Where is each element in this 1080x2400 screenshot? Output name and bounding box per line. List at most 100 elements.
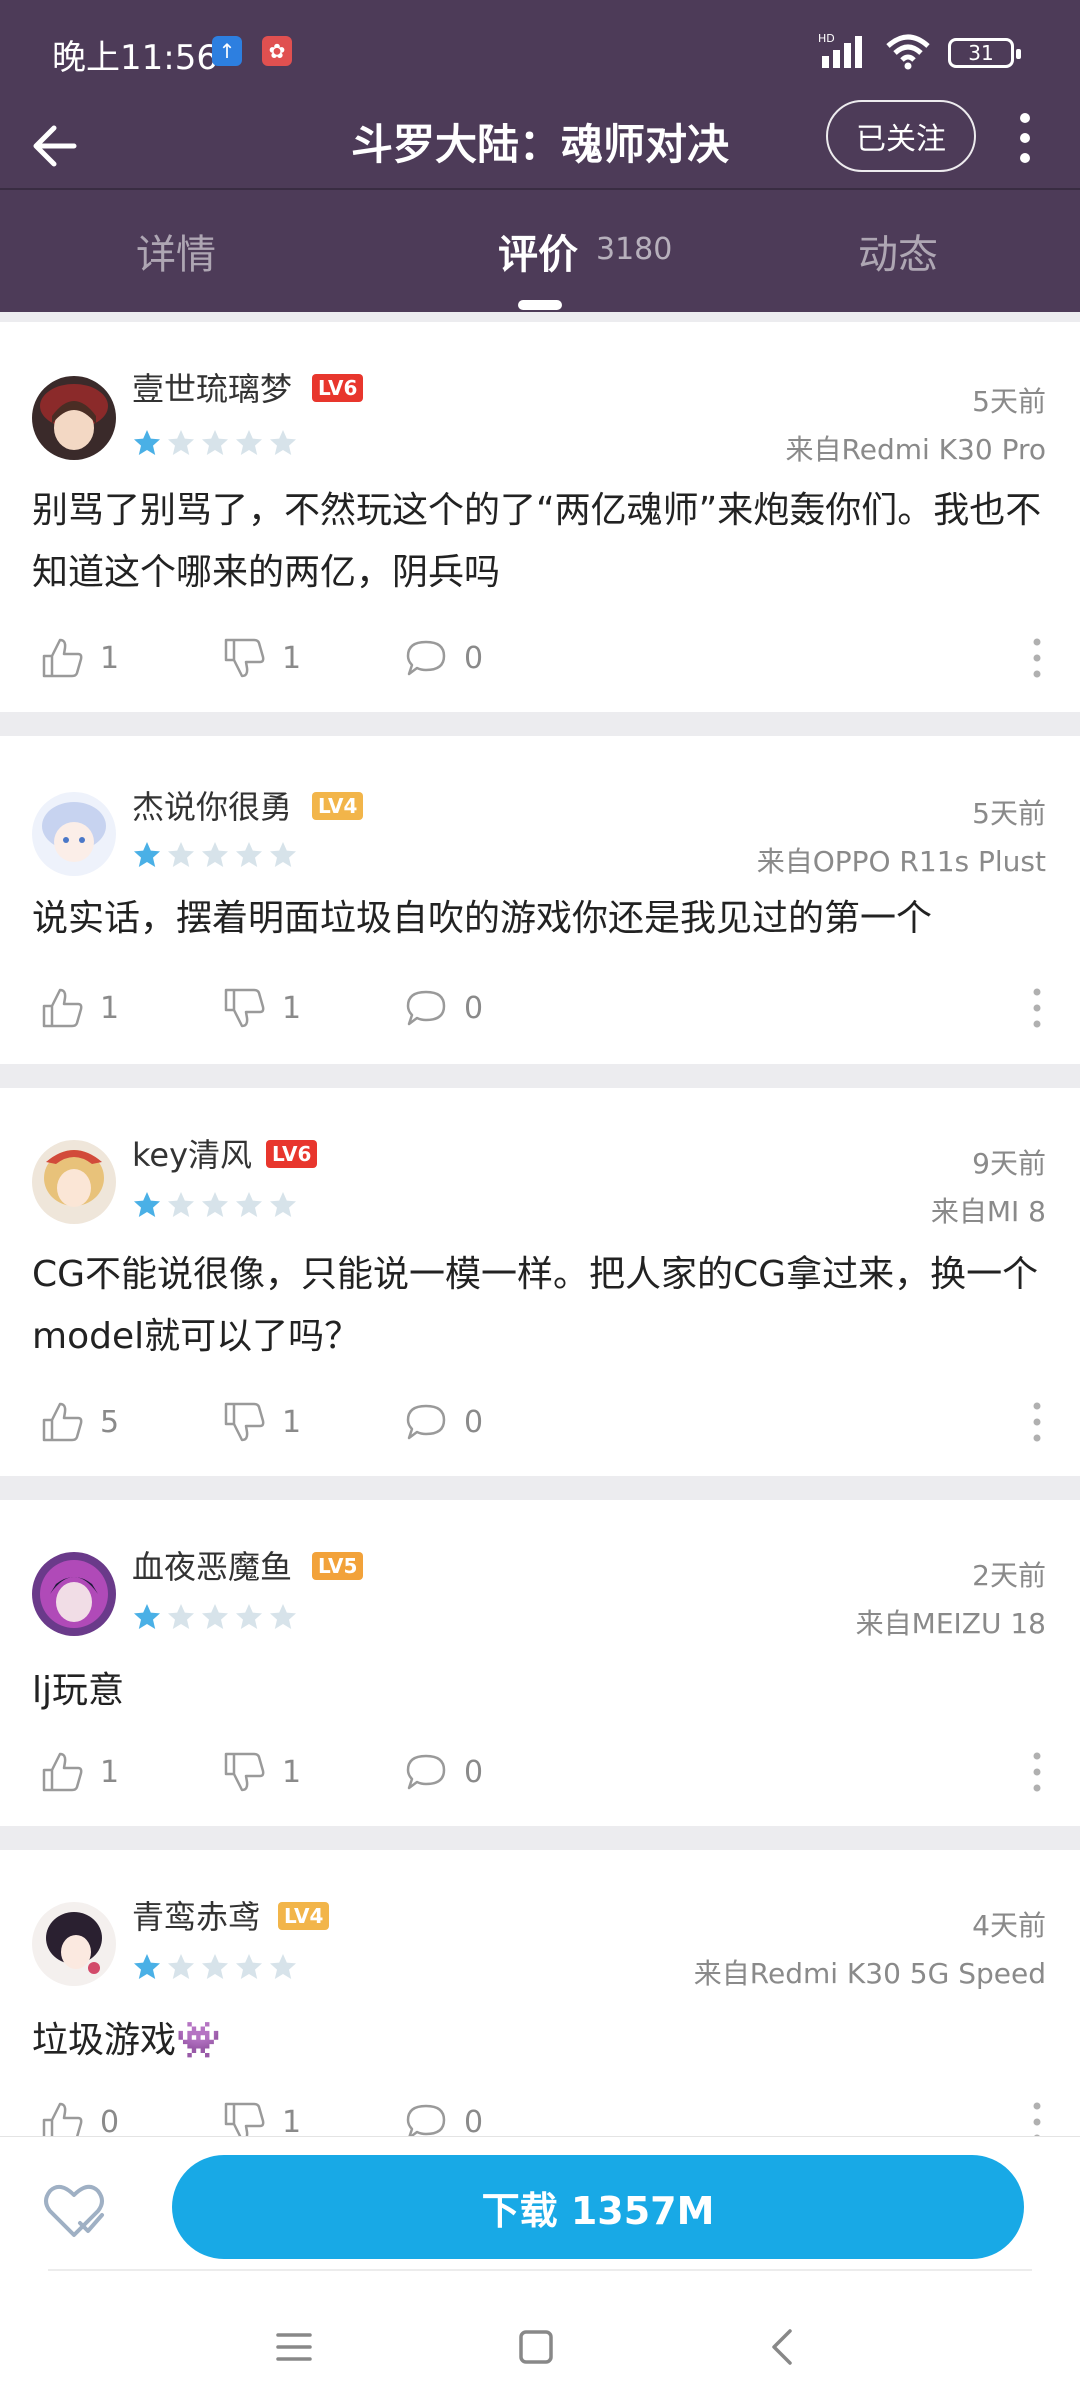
star-empty-icon bbox=[202, 1954, 228, 1979]
avatar[interactable] bbox=[32, 1902, 116, 1986]
comment-icon bbox=[406, 1754, 446, 1790]
comment-count: 0 bbox=[464, 1404, 484, 1440]
star-empty-icon bbox=[270, 1954, 296, 1979]
like-count: 5 bbox=[100, 1404, 120, 1440]
comment-count: 0 bbox=[464, 1754, 484, 1790]
star-empty-icon bbox=[168, 430, 194, 455]
app-notification-icon: ✿ bbox=[262, 36, 292, 66]
like-count: 0 bbox=[100, 2104, 120, 2140]
more-options-icon[interactable] bbox=[1030, 1750, 1044, 1794]
rating-stars bbox=[132, 428, 298, 458]
review-content: 说实话，摆着明面垃圾自吹的游戏你还是我见过的第一个 bbox=[32, 898, 933, 939]
review-time: 9天前 bbox=[972, 1147, 1046, 1180]
back-chevron-icon[interactable] bbox=[760, 2323, 808, 2371]
follow-button[interactable]: 已关注 bbox=[826, 100, 976, 172]
home-square-icon[interactable] bbox=[512, 2323, 560, 2371]
review-device: 来自MI 8 bbox=[930, 1195, 1046, 1228]
review-device: 来自MEIZU 18 bbox=[855, 1607, 1046, 1640]
star-empty-icon bbox=[202, 1192, 228, 1217]
avatar[interactable] bbox=[32, 792, 116, 876]
signal-icon: HD bbox=[818, 32, 862, 68]
rating-stars bbox=[132, 1952, 298, 1982]
review-username[interactable]: 青鸾赤鸢 bbox=[132, 1892, 260, 1938]
more-options-icon[interactable] bbox=[1030, 1400, 1044, 1444]
rating-stars bbox=[132, 1190, 298, 1220]
more-options-icon[interactable] bbox=[1030, 636, 1044, 680]
like-button[interactable]: 1 bbox=[40, 986, 119, 1030]
review-content: 别骂了别骂了，不然玩这个的了“两亿魂师”来炮轰你们。我也不知道这个哪来的两亿，阴… bbox=[32, 490, 1042, 593]
nav-bar: 斗罗大陆：魂师对决 已关注 bbox=[0, 100, 1080, 190]
star-empty-icon bbox=[270, 1604, 296, 1629]
star-filled-icon bbox=[134, 1192, 160, 1217]
review-time: 4天前 bbox=[972, 1909, 1046, 1942]
review-card: key清风 LV6 9天前 来自MI 8 CG不能说很像，只能说一模一样。把人家… bbox=[0, 1088, 1080, 1476]
dislike-count: 1 bbox=[282, 1754, 302, 1790]
star-filled-icon bbox=[134, 1604, 160, 1629]
star-filled-icon bbox=[134, 430, 160, 455]
dislike-button[interactable]: 1 bbox=[222, 1400, 301, 1444]
tab-active-indicator bbox=[518, 300, 562, 310]
review-device: 来自Redmi K30 5G Speed bbox=[693, 1957, 1046, 1990]
bottom-action-bar: 下载 1357M bbox=[0, 2136, 1080, 2400]
heart-icon[interactable] bbox=[40, 2177, 108, 2245]
review-content: CG不能说很像，只能说一模一样。把人家的CG拿过来，换一个model就可以了吗？ bbox=[32, 1254, 1039, 1357]
more-options-icon[interactable] bbox=[1030, 986, 1044, 1030]
star-empty-icon bbox=[270, 1192, 296, 1217]
star-filled-icon bbox=[134, 1954, 160, 1979]
svg-text:HD: HD bbox=[818, 32, 835, 45]
review-time: 5天前 bbox=[972, 797, 1046, 830]
review-device: 来自Redmi K30 Pro bbox=[785, 433, 1046, 466]
thumb-up-icon bbox=[42, 988, 83, 1028]
thumb-down-icon bbox=[224, 1752, 265, 1792]
like-count: 1 bbox=[100, 640, 120, 676]
review-device: 来自OPPO R11s Plust bbox=[756, 845, 1046, 878]
upload-notification-icon: ↑ bbox=[212, 36, 242, 66]
review-card: 杰说你很勇 LV4 5天前 来自OPPO R11s Plust 说实话，摆着明面… bbox=[0, 736, 1080, 1064]
like-button[interactable]: 5 bbox=[40, 1400, 119, 1444]
back-arrow-icon[interactable] bbox=[28, 116, 88, 176]
dislike-button[interactable]: 1 bbox=[222, 986, 301, 1030]
review-username[interactable]: key清风 bbox=[132, 1130, 252, 1176]
thumb-down-icon bbox=[224, 638, 265, 678]
star-filled-icon bbox=[134, 842, 160, 867]
tab-activity[interactable]: 动态 bbox=[858, 222, 938, 280]
thumb-up-icon bbox=[42, 1402, 83, 1442]
star-empty-icon bbox=[236, 842, 262, 867]
rating-stars bbox=[132, 1602, 298, 1632]
menu-icon[interactable] bbox=[270, 2323, 318, 2371]
avatar[interactable] bbox=[32, 1552, 116, 1636]
wifi-icon bbox=[886, 34, 930, 70]
comment-button[interactable]: 0 bbox=[404, 1750, 483, 1794]
review-time: 2天前 bbox=[972, 1559, 1046, 1592]
star-empty-icon bbox=[202, 1604, 228, 1629]
dislike-button[interactable]: 1 bbox=[222, 636, 301, 680]
star-empty-icon bbox=[270, 430, 296, 455]
like-button[interactable]: 1 bbox=[40, 636, 119, 680]
tab-details[interactable]: 详情 bbox=[136, 222, 216, 280]
level-badge: LV6 bbox=[312, 374, 364, 402]
review-username[interactable]: 血夜恶魔鱼 bbox=[132, 1542, 292, 1588]
star-empty-icon bbox=[168, 1192, 194, 1217]
more-vertical-icon[interactable] bbox=[1012, 108, 1038, 168]
download-button[interactable]: 下载 1357M bbox=[172, 2155, 1024, 2259]
status-bar: 晚上11:56 ↑ ✿ HD 31 bbox=[0, 0, 1080, 100]
like-count: 1 bbox=[100, 1754, 120, 1790]
like-count: 1 bbox=[100, 990, 120, 1026]
review-username[interactable]: 杰说你很勇 bbox=[132, 782, 292, 828]
avatar[interactable] bbox=[32, 1140, 116, 1224]
star-empty-icon bbox=[168, 1604, 194, 1629]
level-badge: LV5 bbox=[312, 1552, 364, 1580]
comment-button[interactable]: 0 bbox=[404, 986, 483, 1030]
avatar[interactable] bbox=[32, 376, 116, 460]
comment-button[interactable]: 0 bbox=[404, 1400, 483, 1444]
comment-count: 0 bbox=[464, 2104, 484, 2140]
battery-indicator: 31 bbox=[948, 38, 1021, 68]
review-card: 壹世琉璃梦 LV6 5天前 来自Redmi K30 Pro 别骂了别骂了，不然玩… bbox=[0, 322, 1080, 712]
comment-button[interactable]: 0 bbox=[404, 636, 483, 680]
like-button[interactable]: 1 bbox=[40, 1750, 119, 1794]
level-badge: LV4 bbox=[312, 792, 364, 820]
dislike-button[interactable]: 1 bbox=[222, 1750, 301, 1794]
tab-reviews[interactable]: 评价 bbox=[498, 222, 578, 280]
review-username[interactable]: 壹世琉璃梦 bbox=[132, 364, 292, 410]
star-empty-icon bbox=[168, 842, 194, 867]
